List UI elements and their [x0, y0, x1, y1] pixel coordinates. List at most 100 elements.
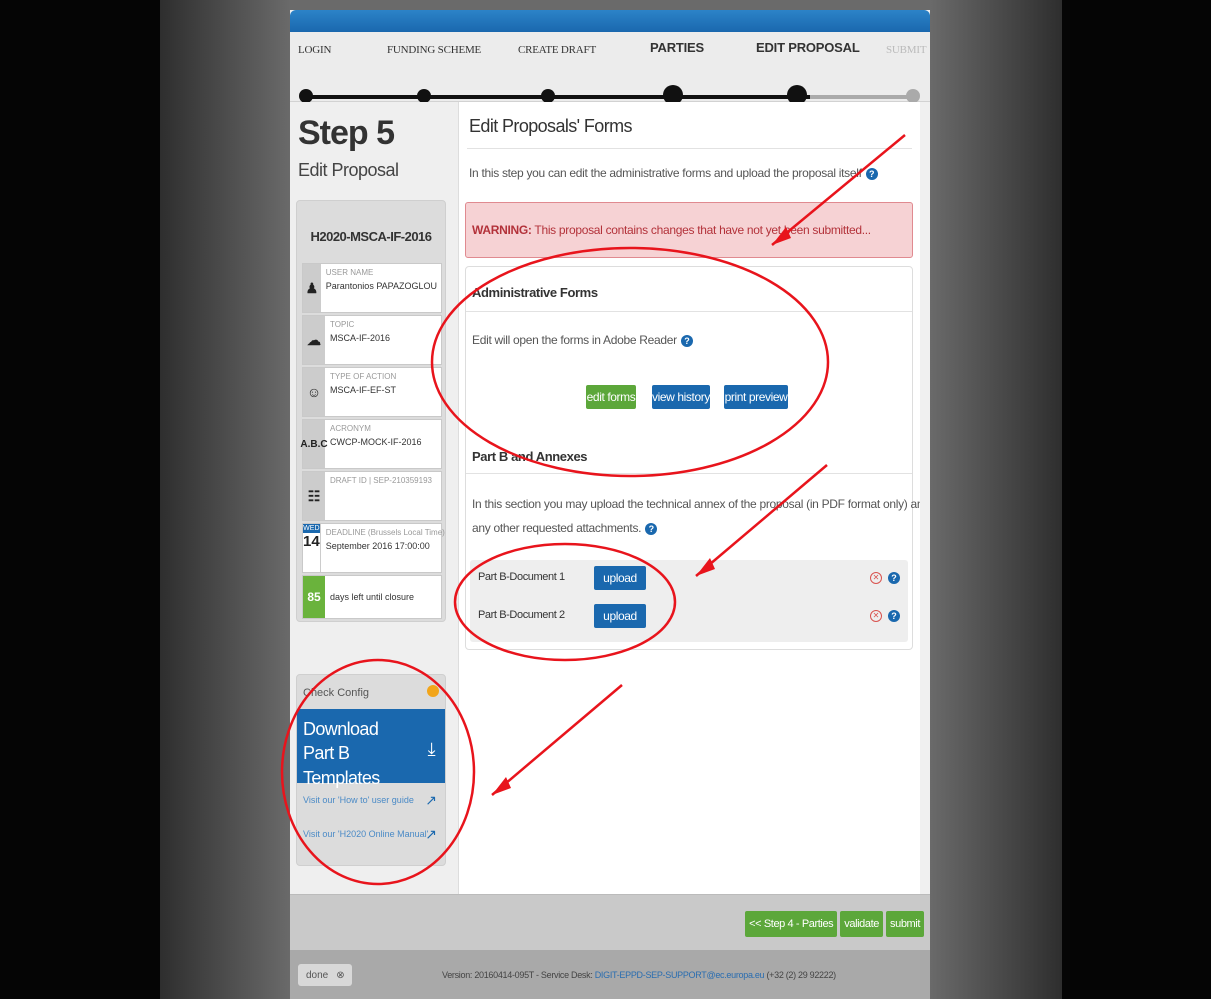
help-icon[interactable]: ?	[680, 334, 693, 347]
info-acronym: A.B.C ACRONYM CWCP-MOCK-IF-2016	[300, 419, 442, 469]
intro-label: In this step you can edit the administra…	[469, 166, 862, 180]
version-text: Version: 20160414-095T - Service Desk:	[442, 970, 595, 980]
abc-icon: A.B.C	[300, 420, 328, 468]
howto-guide-link[interactable]: Visit our 'How to' user guide ↗	[297, 783, 445, 817]
upload-button[interactable]: upload	[594, 566, 646, 590]
wizard-step-parties[interactable]: PARTIES	[650, 40, 704, 55]
draft-id-label: DRAFT ID | SEP-210359193	[330, 476, 432, 485]
wizard-step-funding-scheme[interactable]: FUNDING SCHEME	[387, 44, 481, 56]
validate-button[interactable]: validate	[840, 911, 883, 937]
wizard-progress: LOGIN FUNDING SCHEME CREATE DRAFT PARTIE…	[290, 32, 930, 105]
acronym-value: CWCP-MOCK-IF-2016	[330, 437, 422, 447]
warning-text: This proposal contains changes that have…	[531, 223, 871, 237]
user-icon: ♟	[303, 264, 321, 312]
wizard-dot-login	[299, 89, 313, 103]
user-label: USER NAME	[325, 268, 374, 277]
admin-forms-title: Administrative Forms	[472, 285, 598, 300]
back-to-parties-button[interactable]: << Step 4 - Parties	[745, 911, 838, 937]
admin-forms-text: Edit will open the forms in Adobe Reader…	[472, 333, 693, 347]
done-button[interactable]: done ⊗	[298, 964, 352, 986]
step-subtitle: Edit Proposal	[298, 160, 399, 180]
config-status-icon	[427, 685, 439, 697]
deadline-label: DEADLINE (Brussels Local Time)	[325, 528, 445, 537]
divider	[467, 148, 912, 149]
left-sidebar: Step 5 Edit Proposal H2020-MSCA-IF-2016 …	[290, 102, 452, 894]
info-icon[interactable]: ?	[888, 610, 900, 622]
deadline-value: September 2016 17:00:00	[325, 541, 430, 551]
document-label: Part B-Document 1	[478, 571, 565, 583]
download-part-b-templates-button[interactable]: Download Part B Templates ⤓	[297, 709, 445, 788]
document-label: Part B-Document 2	[478, 609, 565, 621]
calendar-day: 14	[303, 533, 320, 550]
external-link-icon: ↗	[425, 791, 437, 808]
help-icon[interactable]: ?	[865, 167, 878, 180]
info-icon[interactable]: ?	[888, 572, 900, 584]
topic-label: TOPIC	[330, 320, 355, 329]
window-top-bar	[290, 10, 930, 32]
divider	[466, 473, 912, 474]
wizard-dot-submit	[906, 89, 920, 103]
status-bar: done ⊗ Version: 20160414-095T - Service …	[290, 950, 930, 999]
acronym-label: ACRONYM	[330, 424, 371, 433]
part-b-text-1: In this section you may upload the techn…	[472, 497, 930, 511]
user-value: Parantonios PAPAZOGLOU	[325, 281, 437, 291]
scrollbar[interactable]	[920, 102, 930, 894]
person-badge-icon: ☺	[303, 368, 325, 416]
call-id: H2020-MSCA-IF-2016	[310, 229, 432, 244]
forms-card: Administrative Forms Edit will open the …	[465, 266, 930, 650]
help-links-panel: Check Config Download Part B Templates ⤓…	[296, 674, 446, 866]
divider	[466, 311, 912, 312]
print-preview-button[interactable]: print preview	[724, 385, 788, 409]
delete-icon[interactable]: ✕	[870, 572, 882, 584]
cloud-icon: ☁	[303, 316, 325, 364]
download-label: Download Part B Templates	[303, 719, 380, 788]
info-days-left: 85 days left until closure	[302, 575, 442, 619]
wizard-step-login[interactable]: LOGIN	[298, 44, 331, 56]
info-topic: ☁ TOPIC MSCA-IF-2016	[302, 315, 442, 365]
page-title: Edit Proposals' Forms	[469, 116, 633, 136]
service-desk-email-link[interactable]: DIGIT-EPPD-SEP-SUPPORT@ec.europa.eu	[595, 970, 765, 980]
service-desk-phone: (+32 (2) 29 92222)	[764, 970, 836, 980]
edit-forms-button[interactable]: edit forms	[586, 385, 636, 409]
wizard-dot-funding	[417, 89, 431, 103]
id-card-icon: ☷	[303, 472, 325, 520]
days-left-text: days left until closure	[330, 592, 415, 602]
app-window: LOGIN FUNDING SCHEME CREATE DRAFT PARTIE…	[290, 10, 930, 999]
online-manual-label: Visit our 'H2020 Online Manual'	[303, 829, 429, 839]
wizard-step-create-draft[interactable]: CREATE DRAFT	[518, 44, 596, 56]
submit-button[interactable]: submit	[886, 911, 924, 937]
howto-guide-label: Visit our 'How to' user guide	[303, 795, 414, 805]
download-icon: ⤓	[427, 739, 436, 759]
online-manual-link[interactable]: Visit our 'H2020 Online Manual' ↗	[297, 817, 445, 851]
upload-button[interactable]: upload	[594, 604, 646, 628]
part-b-text-2: any other requested attachments.?	[472, 521, 658, 535]
wizard-dot-draft	[541, 89, 555, 103]
step-title: Step 5	[298, 114, 395, 152]
upload-list: Part B-Document 1 upload ✕ ? Part B-Docu…	[470, 560, 908, 642]
close-icon: ⊗	[336, 969, 345, 981]
days-left-count: 85	[303, 576, 325, 618]
delete-icon[interactable]: ✕	[870, 610, 882, 622]
check-config-link[interactable]: Check Config	[297, 675, 445, 709]
help-icon[interactable]: ?	[645, 522, 658, 535]
unsubmitted-warning: WARNING: This proposal contains changes …	[465, 202, 913, 258]
calendar-weekday: WED	[303, 524, 320, 533]
list-item: Part B-Document 2 upload ✕ ?	[470, 602, 908, 632]
done-label: done	[306, 969, 329, 981]
proposal-info-panel: H2020-MSCA-IF-2016 ♟ USER NAME Parantoni…	[296, 200, 446, 622]
part-b-text-2-label: any other requested attachments.	[472, 521, 642, 535]
info-deadline: WED 14 DEADLINE (Brussels Local Time) Se…	[302, 523, 445, 573]
wizard-track-remaining	[810, 95, 916, 99]
wizard-step-submit: SUBMIT	[886, 44, 927, 56]
action-label: TYPE OF ACTION	[330, 372, 397, 381]
info-draft-id: ☷ DRAFT ID | SEP-210359193	[302, 471, 442, 521]
warning-label: WARNING:	[472, 223, 532, 237]
action-bar: << Step 4 - Parties validate submit	[290, 894, 930, 950]
wizard-step-edit-proposal[interactable]: EDIT PROPOSAL	[756, 40, 860, 55]
version-info: Version: 20160414-095T - Service Desk: D…	[442, 970, 836, 980]
main-content: Edit Proposals' Forms In this step you c…	[458, 102, 930, 894]
list-item: Part B-Document 1 upload ✕ ?	[470, 564, 908, 594]
view-history-button[interactable]: view history	[652, 385, 710, 409]
calendar-icon: WED 14	[303, 524, 321, 572]
admin-forms-label: Edit will open the forms in Adobe Reader	[472, 333, 677, 347]
